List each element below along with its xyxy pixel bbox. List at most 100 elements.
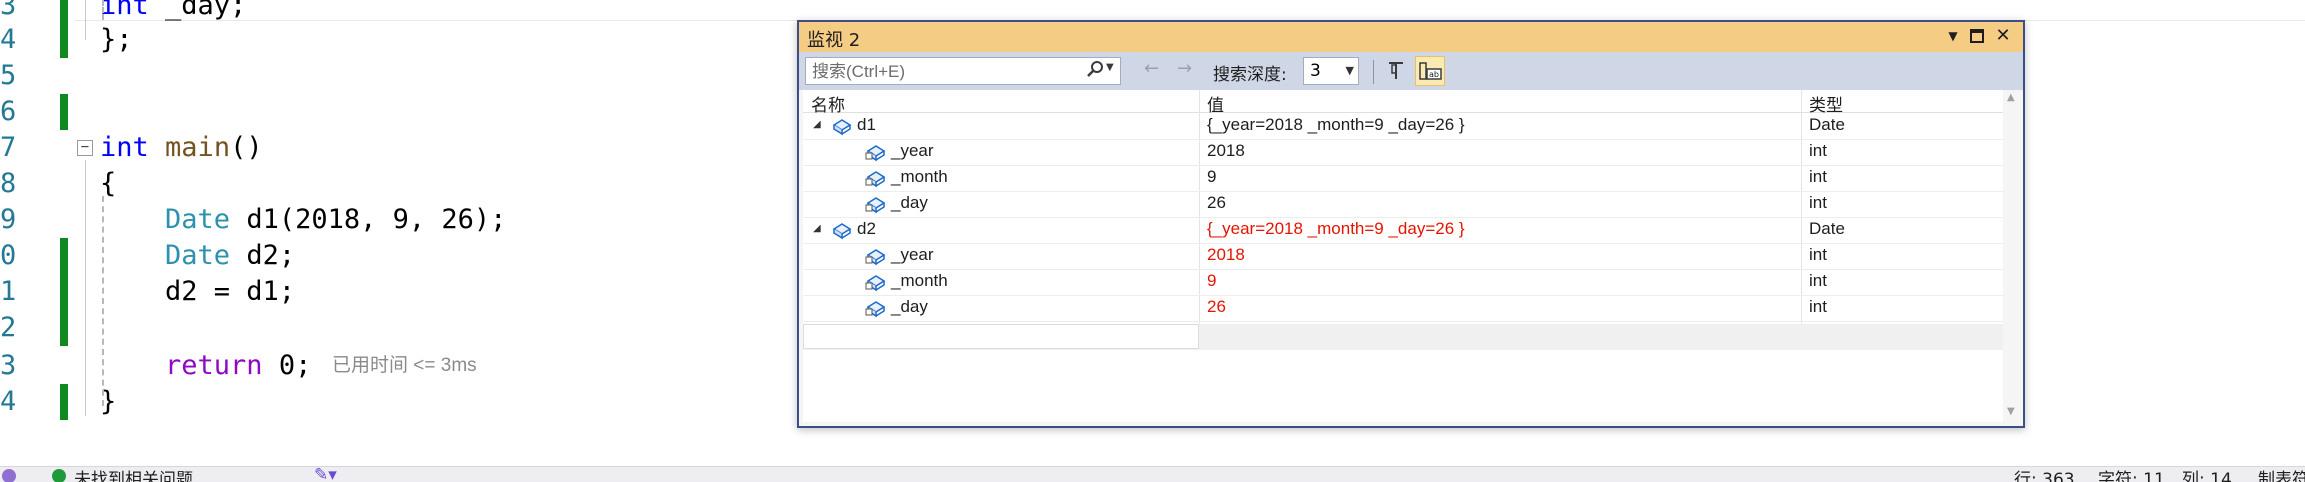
watch-name[interactable]: _day xyxy=(891,193,928,213)
line-number: 2 xyxy=(0,312,17,343)
code-text: d2 = d1; xyxy=(100,276,296,307)
line-number: 9 xyxy=(0,204,17,235)
watch-row[interactable]: ◢ d2 {_year=2018 _month=9 _day=26 } Date xyxy=(803,217,2003,244)
scroll-up-icon[interactable]: ▲ xyxy=(2007,92,2015,103)
maximize-icon[interactable] xyxy=(1965,24,1989,48)
char-position[interactable]: 字符: 11 xyxy=(2098,467,2165,482)
indent-guide xyxy=(102,0,104,20)
collapse-icon[interactable]: − xyxy=(77,140,93,156)
watch-value[interactable]: 2018 xyxy=(1207,245,1245,265)
search-icon[interactable] xyxy=(1086,60,1104,83)
line-number: 6 xyxy=(0,96,17,127)
watch-title-bar[interactable]: 监视 2 ▼ ✕ xyxy=(799,22,2023,52)
watch-row[interactable]: _day 26 int xyxy=(803,191,2003,218)
field-icon xyxy=(865,145,886,162)
change-marker xyxy=(60,0,68,24)
watch-type: int xyxy=(1809,167,1827,186)
watch-row[interactable]: _month 9 int xyxy=(803,269,2003,296)
expand-collapse-icon[interactable]: ◢ xyxy=(813,223,821,234)
code-text: Date d2; xyxy=(165,240,296,271)
watch-window[interactable]: 监视 2 ▼ ✕ ▼ ← → 搜索深度: 3 ▼ ab 名称 xyxy=(797,20,2025,428)
watch-type: int xyxy=(1809,271,1827,290)
field-icon xyxy=(865,171,886,188)
watch-name[interactable]: d1 xyxy=(857,115,876,135)
watch-value[interactable]: {_year=2018 _month=9 _day=26 } xyxy=(1207,219,1465,239)
watch-toolbar: ▼ ← → 搜索深度: 3 ▼ ab xyxy=(799,52,2023,90)
change-marker xyxy=(60,384,68,420)
scroll-down-icon[interactable]: ▼ xyxy=(2007,406,2015,417)
code-text: int _day; xyxy=(100,0,247,21)
watch-type: Date xyxy=(1809,115,1845,134)
code-text: }; xyxy=(100,24,133,55)
vertical-scrollbar[interactable]: ▲ ▼ xyxy=(2003,90,2023,422)
watch-row[interactable]: _year 2018 int xyxy=(803,243,2003,270)
grid-header: 名称 值 类型 xyxy=(803,90,2003,116)
add-watch-row[interactable] xyxy=(803,324,2003,350)
line-number: 4 xyxy=(0,24,17,55)
fold-line xyxy=(85,0,86,40)
watch-value[interactable]: {_year=2018 _month=9 _day=26 } xyxy=(1207,115,1465,135)
code-text: int main() xyxy=(100,132,263,163)
add-watch-input[interactable] xyxy=(803,324,1199,349)
line-number: 4 xyxy=(0,386,17,417)
forward-arrow-icon[interactable]: → xyxy=(1177,58,1192,79)
line-number: 8 xyxy=(0,168,17,199)
status-bar: 未找到相关问题 ✎▾ 行: 363 字符: 11 列: 14 制表符 xyxy=(0,466,2305,482)
notification-icon[interactable] xyxy=(2,469,16,482)
watch-row[interactable]: _year 2018 int xyxy=(803,139,2003,166)
pin-icon[interactable] xyxy=(1385,60,1407,87)
close-icon[interactable]: ✕ xyxy=(1991,24,2015,48)
watch-row[interactable]: _day 26 int xyxy=(803,295,2003,322)
hex-display-toggle[interactable]: ab xyxy=(1415,56,1445,86)
window-menu-dropdown-icon[interactable]: ▼ xyxy=(1941,24,1965,48)
elapsed-time-hint: 已用时间 <= 3ms xyxy=(332,355,477,376)
search-options-dropdown-icon[interactable]: ▼ xyxy=(1106,62,1114,73)
watch-name[interactable]: _month xyxy=(891,167,948,187)
indent-guide xyxy=(102,196,104,406)
watch-value[interactable]: 9 xyxy=(1207,167,1216,187)
watch-type: int xyxy=(1809,297,1827,316)
field-icon xyxy=(865,249,886,266)
change-marker xyxy=(60,238,68,274)
object-icon xyxy=(832,119,852,136)
chevron-down-icon: ▼ xyxy=(1345,64,1354,77)
line-number: 3 xyxy=(0,0,17,21)
watch-value[interactable]: 2018 xyxy=(1207,141,1245,161)
watch-name[interactable]: _day xyxy=(891,297,928,317)
search-depth-select[interactable]: 3 ▼ xyxy=(1303,57,1359,85)
watch-row[interactable]: ◢ d1 {_year=2018 _month=9 _day=26 } Date xyxy=(803,113,2003,140)
watch-name[interactable]: d2 xyxy=(857,219,876,239)
back-arrow-icon[interactable]: ← xyxy=(1144,58,1159,79)
line-position[interactable]: 行: 363 xyxy=(2014,467,2075,482)
column-position[interactable]: 列: 14 xyxy=(2182,467,2232,482)
brush-icon[interactable]: ✎▾ xyxy=(314,467,337,482)
watch-name[interactable]: _month xyxy=(891,271,948,291)
watch-value[interactable]: 26 xyxy=(1207,297,1226,317)
watch-value[interactable]: 26 xyxy=(1207,193,1226,213)
search-depth-value: 3 xyxy=(1310,61,1321,81)
watch-value[interactable]: 9 xyxy=(1207,271,1216,291)
fold-line xyxy=(85,160,86,416)
search-input[interactable] xyxy=(810,60,1084,84)
line-number: 7 xyxy=(0,132,17,163)
issues-status[interactable]: 未找到相关问题 xyxy=(74,467,193,482)
line-number: 3 xyxy=(0,350,17,381)
line-number: 1 xyxy=(0,276,17,307)
watch-name[interactable]: _year xyxy=(891,141,934,161)
search-box[interactable]: ▼ xyxy=(805,57,1121,85)
tab-mode[interactable]: 制表符 xyxy=(2258,467,2305,482)
watch-type: int xyxy=(1809,245,1827,264)
search-depth-label: 搜索深度: xyxy=(1213,65,1287,85)
watch-grid[interactable]: 名称 值 类型 ◢ d1 {_year=2018 _month=9 _day=26 … xyxy=(803,90,2003,422)
watch-type: int xyxy=(1809,193,1827,212)
watch-row[interactable]: _month 9 int xyxy=(803,165,2003,192)
code-text: return 0; xyxy=(165,350,312,381)
toolbar-separator xyxy=(1373,60,1374,84)
expand-collapse-icon[interactable]: ◢ xyxy=(813,119,821,130)
watch-title: 监视 2 xyxy=(807,30,861,51)
svg-text:ab: ab xyxy=(1429,70,1439,79)
watch-name[interactable]: _year xyxy=(891,245,934,265)
change-marker xyxy=(60,274,68,310)
hex-display-icon: ab xyxy=(1419,62,1442,80)
change-marker xyxy=(60,310,68,346)
